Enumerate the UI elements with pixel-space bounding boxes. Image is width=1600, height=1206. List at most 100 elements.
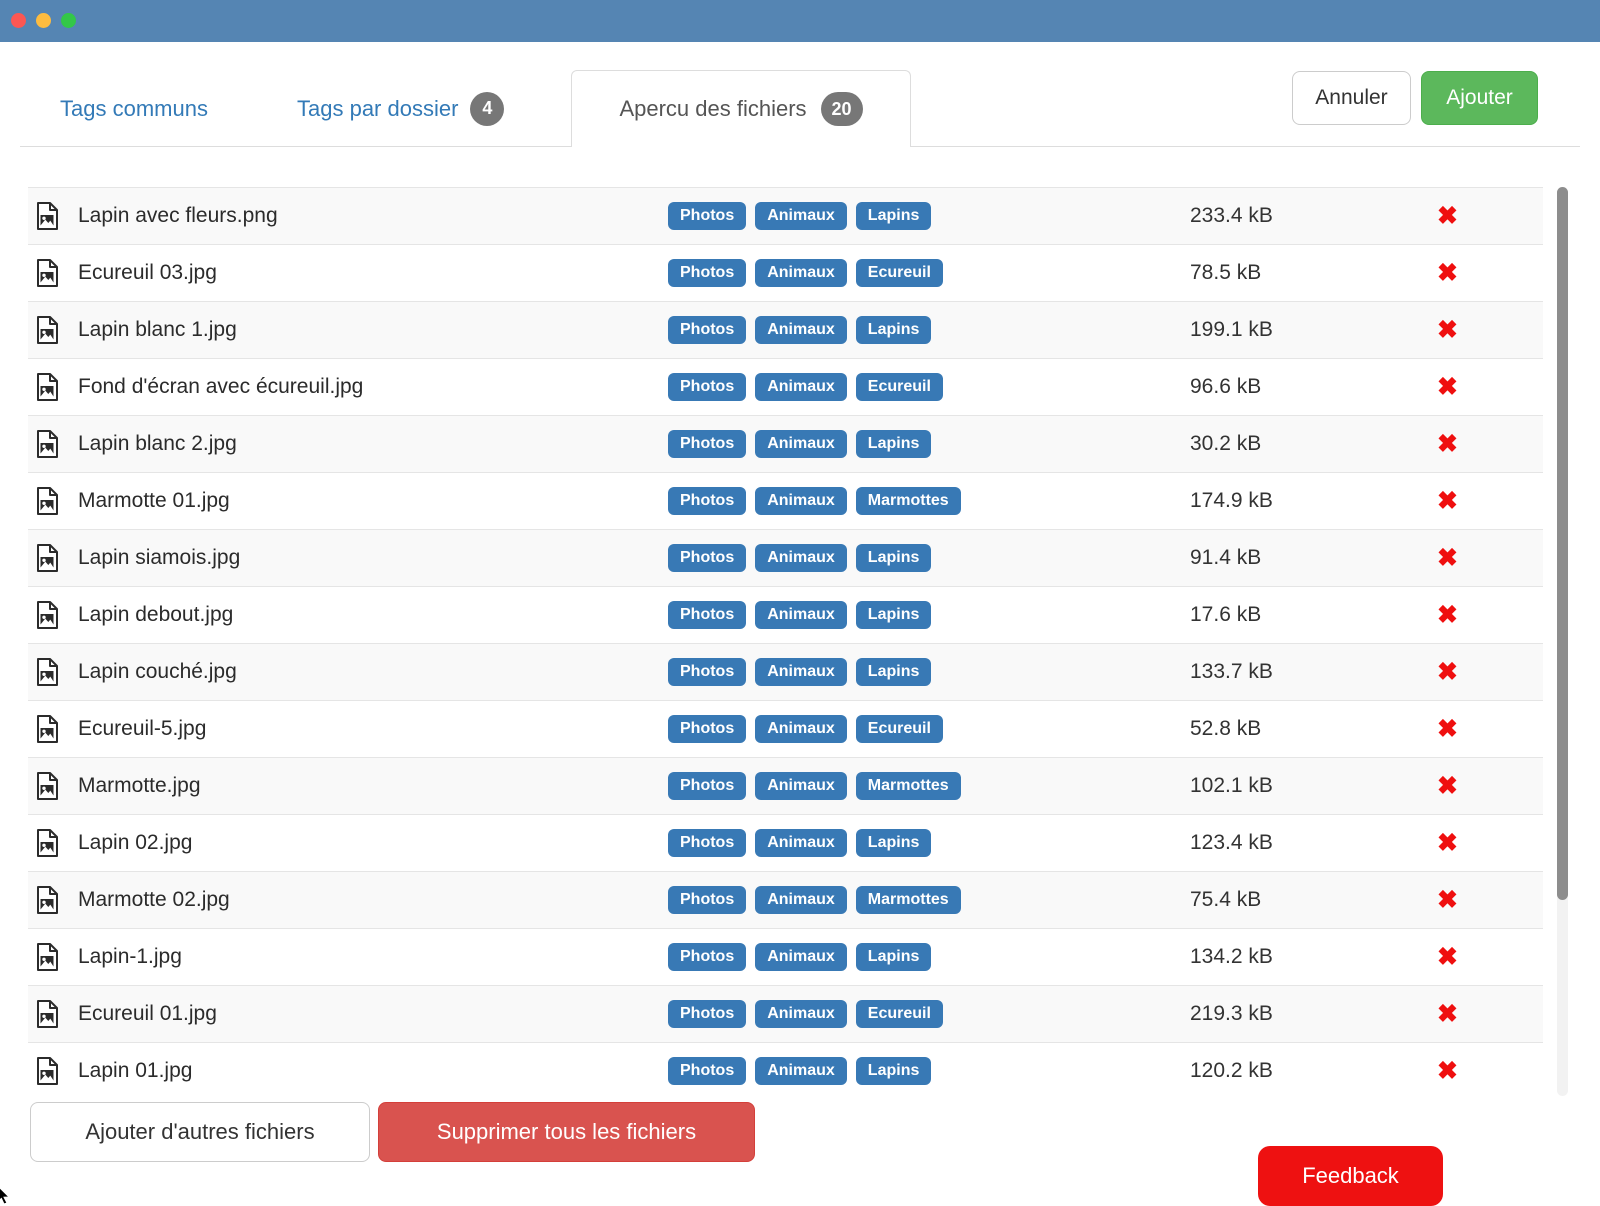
tag-badge: Photos xyxy=(668,601,746,629)
tab-apercu-des-fichiers[interactable]: Apercu des fichiers 20 xyxy=(571,70,911,147)
table-row: Fond d'écran avec écureuil.jpg PhotosAni… xyxy=(28,359,1543,416)
file-name: Marmotte.jpg xyxy=(78,774,656,798)
file-name: Ecureuil-5.jpg xyxy=(78,717,656,741)
table-row: Lapin blanc 1.jpg PhotosAnimauxLapins 19… xyxy=(28,302,1543,359)
file-list: Lapin avec fleurs.png PhotosAnimauxLapin… xyxy=(28,187,1543,1097)
remove-file-button[interactable]: ✖ xyxy=(1437,1059,1458,1084)
table-row: Marmotte.jpg PhotosAnimauxMarmottes 102.… xyxy=(28,758,1543,815)
table-row: Marmotte 02.jpg PhotosAnimauxMarmottes 7… xyxy=(28,872,1543,929)
tag-badge: Animaux xyxy=(755,601,847,629)
file-name: Lapin 01.jpg xyxy=(78,1059,656,1083)
file-tags: PhotosAnimauxLapins xyxy=(656,943,1168,971)
file-tags: Photos Animaux Lapins xyxy=(656,658,1168,686)
file-name: Marmotte 01.jpg xyxy=(78,489,656,513)
tag-badge: Lapins xyxy=(856,829,932,857)
file-name: Lapin debout.jpg xyxy=(78,603,656,627)
cancel-button[interactable]: Annuler xyxy=(1292,71,1411,125)
file-size: 52.8 kB xyxy=(1168,717,1433,741)
table-row: Ecureuil-5.jpg Photos Animaux Ecureuil 52.… xyxy=(28,701,1543,758)
file-size: 174.9 kB xyxy=(1168,489,1433,513)
file-image-icon xyxy=(28,829,78,857)
tag-badge: Photos xyxy=(668,487,746,515)
tag-badge: Animaux xyxy=(755,658,847,686)
tab-tags-par-dossier[interactable]: Tags par dossier 4 xyxy=(297,70,504,147)
tag-badge: Lapins xyxy=(856,1057,932,1085)
tab-tags-communs[interactable]: Tags communs xyxy=(60,70,208,147)
file-size: 233.4 kB xyxy=(1168,204,1433,228)
maximize-window-button[interactable] xyxy=(61,13,76,28)
remove-file-button[interactable]: ✖ xyxy=(1437,261,1458,286)
file-size: 17.6 kB xyxy=(1168,603,1433,627)
remove-file-button[interactable]: ✖ xyxy=(1437,546,1458,571)
file-image-icon xyxy=(28,373,78,401)
tab-badge: 20 xyxy=(821,92,863,126)
file-tags: PhotosAnimauxLapins xyxy=(656,202,1168,230)
feedback-button[interactable]: Feedback xyxy=(1258,1146,1443,1206)
file-tags: PhotosAnimauxEcureuil xyxy=(656,1000,1168,1028)
file-image-icon xyxy=(28,202,78,230)
file-size: 219.3 kB xyxy=(1168,1002,1433,1026)
remove-file-button[interactable]: ✖ xyxy=(1437,774,1458,799)
file-image-icon xyxy=(28,886,78,914)
close-window-button[interactable] xyxy=(11,13,26,28)
tag-badge: Lapins xyxy=(856,658,932,686)
tag-badge: Animaux xyxy=(755,715,847,743)
tag-badge: Animaux xyxy=(755,373,847,401)
tag-badge: Lapins xyxy=(856,430,932,458)
file-image-icon xyxy=(28,601,78,629)
scrollbar-track[interactable] xyxy=(1557,187,1568,1096)
table-row: Ecureuil 03.jpg PhotosAnimauxEcureuil 78… xyxy=(28,245,1543,302)
remove-file-button[interactable]: ✖ xyxy=(1437,831,1458,856)
table-row: Marmotte 01.jpg PhotosAnimauxMarmottes 1… xyxy=(28,473,1543,530)
file-image-icon xyxy=(28,430,78,458)
tag-badge: Photos xyxy=(668,430,746,458)
file-name: Fond d'écran avec écureuil.jpg xyxy=(78,375,656,399)
tag-badge: Photos xyxy=(668,658,746,686)
delete-all-files-button[interactable]: Supprimer tous les fichiers xyxy=(378,1102,755,1162)
add-button[interactable]: Ajouter xyxy=(1421,71,1538,125)
scrollbar-thumb[interactable] xyxy=(1557,187,1568,900)
remove-file-button[interactable]: ✖ xyxy=(1437,945,1458,970)
remove-file-button[interactable]: ✖ xyxy=(1437,432,1458,457)
add-more-files-button[interactable]: Ajouter d'autres fichiers xyxy=(30,1102,370,1162)
tag-badge: Animaux xyxy=(755,943,847,971)
file-name: Lapin-1.jpg xyxy=(78,945,656,969)
tag-badge: Animaux xyxy=(755,430,847,458)
tab-badge: 4 xyxy=(470,92,504,126)
table-row: Lapin couché.jpg PhotosAnimauxLapins 133… xyxy=(28,644,1543,701)
remove-file-button[interactable]: ✖ xyxy=(1437,1002,1458,1027)
tag-badge: Photos xyxy=(668,1057,746,1085)
tag-badge: Marmottes xyxy=(856,772,961,800)
table-row: Lapin-1.jpg PhotosAnimauxLapins 134.2 kB… xyxy=(28,929,1543,986)
remove-file-button[interactable]: ✖ xyxy=(1437,318,1458,343)
remove-file-button[interactable]: ✖ xyxy=(1437,660,1458,685)
remove-file-button[interactable]: ✖ xyxy=(1437,717,1458,742)
file-image-icon xyxy=(28,943,78,971)
file-tags: PhotosAnimauxMarmottes xyxy=(656,886,1168,914)
tab-label: Tags communs xyxy=(60,96,208,122)
tag-badge: Photos xyxy=(668,772,746,800)
remove-file-button[interactable]: ✖ xyxy=(1437,375,1458,400)
file-image-icon xyxy=(28,487,78,515)
remove-file-button[interactable]: ✖ xyxy=(1437,489,1458,514)
file-size: 102.1 kB xyxy=(1168,774,1433,798)
table-row: Ecureuil 01.jpg PhotosAnimauxEcureuil 21… xyxy=(28,986,1543,1043)
tag-badge: Ecureuil xyxy=(856,715,943,743)
file-name: Marmotte 02.jpg xyxy=(78,888,656,912)
file-name: Ecureuil 01.jpg xyxy=(78,1002,656,1026)
file-size: 30.2 kB xyxy=(1168,432,1433,456)
tag-badge: Animaux xyxy=(755,829,847,857)
window-titlebar xyxy=(0,0,1600,42)
tag-badge: Photos xyxy=(668,715,746,743)
table-row: Lapin blanc 2.jpg PhotosAnimauxLapins 30… xyxy=(28,416,1543,473)
remove-file-button[interactable]: ✖ xyxy=(1437,888,1458,913)
file-size: 134.2 kB xyxy=(1168,945,1433,969)
tab-label: Tags par dossier xyxy=(297,96,458,122)
tag-badge: Photos xyxy=(668,943,746,971)
minimize-window-button[interactable] xyxy=(36,13,51,28)
remove-file-button[interactable]: ✖ xyxy=(1437,603,1458,628)
tag-badge: Photos xyxy=(668,544,746,572)
file-tags: PhotosAnimauxEcureuil xyxy=(656,259,1168,287)
remove-file-button[interactable]: ✖ xyxy=(1437,204,1458,229)
file-size: 199.1 kB xyxy=(1168,318,1433,342)
